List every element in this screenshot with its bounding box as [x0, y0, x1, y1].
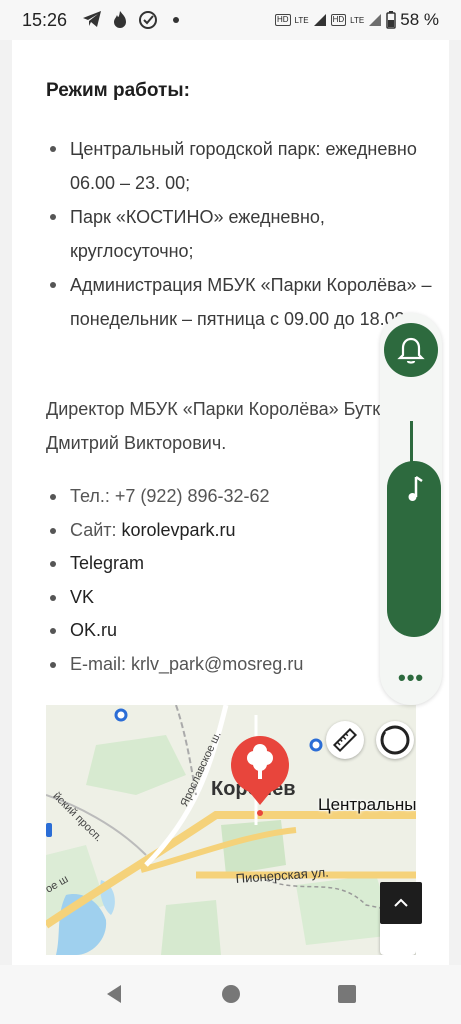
contacts-list: Тел.: +7 (922) 896-32-62 Сайт: korolevpa… [46, 480, 303, 682]
dot-icon [173, 17, 179, 23]
bell-icon [397, 337, 425, 364]
ok-link[interactable]: OK.ru [70, 620, 117, 640]
site-prefix: Сайт: [70, 519, 122, 540]
email-item[interactable]: E-mail: krlv_park@mosreg.ru [46, 648, 303, 682]
volume-slider[interactable] [387, 461, 441, 637]
telegram-item: Telegram [46, 547, 303, 581]
chevron-up-icon [394, 898, 408, 907]
ok-item: OK.ru [46, 614, 303, 648]
list-item: Парк «КОСТИНО» ежедневно, круглосуточно; [46, 200, 446, 268]
ruler-icon [332, 727, 358, 753]
recents-icon[interactable] [336, 983, 358, 1005]
bell-button[interactable] [384, 323, 438, 377]
check-circle-icon [139, 11, 157, 29]
floating-player-panel: ••• [380, 313, 442, 705]
music-note-icon [408, 475, 423, 501]
layers-icon [380, 725, 410, 755]
lte-label: LTE [294, 15, 309, 25]
status-bar: 15:26 HD LTE HD LTE 58 % [0, 0, 461, 40]
site-item: Сайт: korolevpark.ru [46, 514, 303, 548]
battery-percent: 58 % [400, 10, 439, 29]
site-link[interactable]: korolevpark.ru [122, 520, 236, 540]
vk-link[interactable]: VK [70, 587, 94, 607]
more-icon[interactable]: ••• [398, 665, 428, 690]
home-icon[interactable] [220, 983, 242, 1005]
hours-heading: Режим работы: [46, 80, 190, 101]
hd-badge-2: HD [330, 14, 347, 26]
map-central-label: Центральный [318, 795, 416, 814]
telegram-icon [83, 11, 101, 27]
hd-badge: HD [274, 14, 291, 26]
hours-list: Центральный городской парк: ежедневно 06… [46, 132, 446, 336]
layers-button[interactable] [376, 721, 414, 759]
director-text: Директор МБУК «Парки Королёва» Бутков Дм… [46, 399, 400, 453]
signal-icon [369, 14, 382, 26]
lte-label-2: LTE [350, 15, 365, 25]
ruler-button[interactable] [326, 721, 364, 759]
battery-icon [386, 11, 396, 29]
vk-item: VK [46, 581, 303, 615]
signal-icon [313, 14, 326, 26]
fire-icon [114, 11, 126, 28]
telegram-link[interactable]: Telegram [70, 553, 144, 573]
phone-item[interactable]: Тел.: +7 (922) 896-32-62 [46, 480, 303, 514]
list-item: Центральный городской парк: ежедневно 06… [46, 132, 446, 200]
system-nav-bar [0, 965, 461, 1024]
status-time: 15:26 [22, 10, 68, 30]
scroll-top-button[interactable] [380, 882, 422, 924]
back-icon[interactable] [103, 983, 125, 1005]
status-right: HD LTE HD LTE 58 % [274, 10, 439, 30]
map-widget[interactable]: Королёв Пионерская ул. Ярославское ш. йс… [46, 705, 416, 955]
